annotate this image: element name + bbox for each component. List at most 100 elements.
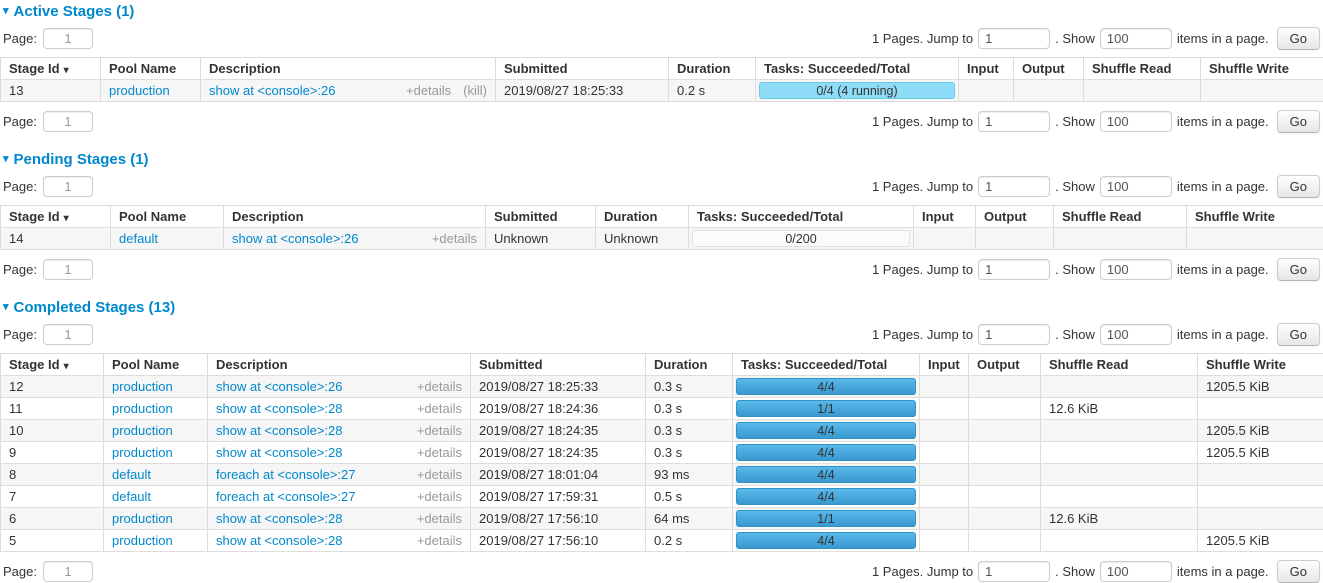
shuffle-write-cell: [1198, 464, 1323, 486]
pool-link[interactable]: production: [112, 423, 173, 438]
stage-description-link[interactable]: show at <console>:26: [209, 83, 394, 98]
details-toggle[interactable]: +details: [417, 379, 462, 394]
column-header-stage-id[interactable]: Stage Id▾: [1, 58, 101, 80]
pool-link[interactable]: production: [112, 511, 173, 526]
column-header-pool-name[interactable]: Pool Name: [104, 354, 208, 376]
pool-link[interactable]: production: [112, 379, 173, 394]
details-toggle[interactable]: +details: [417, 401, 462, 416]
column-header-shuffle-read[interactable]: Shuffle Read: [1054, 206, 1187, 228]
pool-link[interactable]: default: [112, 489, 151, 504]
stages-table: Stage Id▾Pool NameDescriptionSubmittedDu…: [0, 205, 1323, 250]
section-title-pending[interactable]: ▾ Pending Stages (1): [0, 148, 1323, 167]
column-header-stage-id[interactable]: Stage Id▾: [1, 354, 104, 376]
column-header-input[interactable]: Input: [920, 354, 969, 376]
items-per-page-input[interactable]: [1100, 259, 1172, 280]
jump-to-page-input[interactable]: [978, 259, 1050, 280]
column-header-tasks-succeeded-total[interactable]: Tasks: Succeeded/Total: [733, 354, 920, 376]
stage-description-link[interactable]: show at <console>:28: [216, 423, 405, 438]
column-header-pool-name[interactable]: Pool Name: [101, 58, 201, 80]
column-header-shuffle-read[interactable]: Shuffle Read: [1041, 354, 1198, 376]
page-input[interactable]: [43, 28, 93, 49]
column-header-output[interactable]: Output: [976, 206, 1054, 228]
details-toggle[interactable]: +details: [432, 231, 477, 246]
details-toggle[interactable]: +details: [417, 467, 462, 482]
section-title-active[interactable]: ▾ Active Stages (1): [0, 0, 1323, 19]
column-header-tasks-succeeded-total[interactable]: Tasks: Succeeded/Total: [756, 58, 959, 80]
details-toggle[interactable]: +details: [417, 511, 462, 526]
section-title-completed[interactable]: ▾ Completed Stages (13): [0, 296, 1323, 315]
column-header-label: Submitted: [479, 357, 543, 372]
column-header-duration[interactable]: Duration: [646, 354, 733, 376]
go-button[interactable]: Go: [1277, 560, 1320, 583]
items-per-page-input[interactable]: [1100, 176, 1172, 197]
go-button[interactable]: Go: [1277, 175, 1320, 198]
page-input[interactable]: [43, 111, 93, 132]
items-per-page-input[interactable]: [1100, 324, 1172, 345]
pool-link[interactable]: production: [112, 445, 173, 460]
jump-to-page-input[interactable]: [978, 28, 1050, 49]
go-button[interactable]: Go: [1277, 27, 1320, 50]
items-per-page-input[interactable]: [1100, 561, 1172, 582]
go-button[interactable]: Go: [1277, 110, 1320, 133]
pool-link[interactable]: production: [112, 401, 173, 416]
submitted-cell: 2019/08/27 18:24:35: [471, 442, 646, 464]
jump-to-page-input[interactable]: [978, 176, 1050, 197]
stage-description-link[interactable]: show at <console>:28: [216, 533, 405, 548]
duration-cell: 0.2 s: [646, 530, 733, 552]
input-cell: [920, 530, 969, 552]
pool-link[interactable]: default: [119, 231, 158, 246]
details-toggle[interactable]: +details: [417, 423, 462, 438]
stage-description-link[interactable]: show at <console>:28: [216, 401, 405, 416]
column-header-shuffle-read[interactable]: Shuffle Read: [1084, 58, 1201, 80]
go-button[interactable]: Go: [1277, 323, 1320, 346]
details-toggle[interactable]: +details: [417, 489, 462, 504]
column-header-output[interactable]: Output: [969, 354, 1041, 376]
column-header-tasks-succeeded-total[interactable]: Tasks: Succeeded/Total: [689, 206, 914, 228]
column-header-input[interactable]: Input: [914, 206, 976, 228]
jump-to-page-input[interactable]: [978, 561, 1050, 582]
column-header-shuffle-write[interactable]: Shuffle Write: [1187, 206, 1323, 228]
column-header-stage-id[interactable]: Stage Id▾: [1, 206, 111, 228]
submitted-cell: 2019/08/27 18:25:33: [496, 80, 669, 102]
details-toggle[interactable]: +details: [406, 83, 451, 98]
pool-link[interactable]: production: [112, 533, 173, 548]
items-per-page-input[interactable]: [1100, 111, 1172, 132]
jump-to-page-input[interactable]: [978, 111, 1050, 132]
column-header-shuffle-write[interactable]: Shuffle Write: [1201, 58, 1323, 80]
page-input[interactable]: [43, 176, 93, 197]
pool-link[interactable]: production: [109, 83, 170, 98]
column-header-submitted[interactable]: Submitted: [486, 206, 596, 228]
details-toggle[interactable]: +details: [417, 445, 462, 460]
details-toggle[interactable]: +details: [417, 533, 462, 548]
stage-description-link[interactable]: foreach at <console>:27: [216, 489, 405, 504]
column-header-shuffle-write[interactable]: Shuffle Write: [1198, 354, 1323, 376]
stage-description-link[interactable]: show at <console>:28: [216, 511, 405, 526]
column-header-label: Output: [977, 357, 1020, 372]
column-header-output[interactable]: Output: [1014, 58, 1084, 80]
go-button[interactable]: Go: [1277, 258, 1320, 281]
page-input[interactable]: [43, 561, 93, 582]
stage-description-link[interactable]: show at <console>:26: [216, 379, 405, 394]
stage-description-link[interactable]: foreach at <console>:27: [216, 467, 405, 482]
column-header-description[interactable]: Description: [208, 354, 471, 376]
column-header-description[interactable]: Description: [224, 206, 486, 228]
column-header-submitted[interactable]: Submitted: [471, 354, 646, 376]
items-per-page-text: items in a page.: [1177, 179, 1269, 194]
page-input[interactable]: [43, 324, 93, 345]
jump-to-page-input[interactable]: [978, 324, 1050, 345]
jump-group: 1 Pages. Jump to . Show items in a page.…: [872, 175, 1320, 198]
pool-link[interactable]: default: [112, 467, 151, 482]
items-per-page-input[interactable]: [1100, 28, 1172, 49]
stage-description-link[interactable]: show at <console>:26: [232, 231, 420, 246]
kill-link[interactable]: (kill): [463, 83, 487, 98]
column-header-description[interactable]: Description: [201, 58, 496, 80]
column-header-input[interactable]: Input: [959, 58, 1014, 80]
column-header-duration[interactable]: Duration: [669, 58, 756, 80]
page-input[interactable]: [43, 259, 93, 280]
jump-group: 1 Pages. Jump to . Show items in a page.…: [872, 323, 1320, 346]
column-header-label: Pool Name: [112, 357, 179, 372]
column-header-pool-name[interactable]: Pool Name: [111, 206, 224, 228]
stage-description-link[interactable]: show at <console>:28: [216, 445, 405, 460]
column-header-duration[interactable]: Duration: [596, 206, 689, 228]
column-header-submitted[interactable]: Submitted: [496, 58, 669, 80]
